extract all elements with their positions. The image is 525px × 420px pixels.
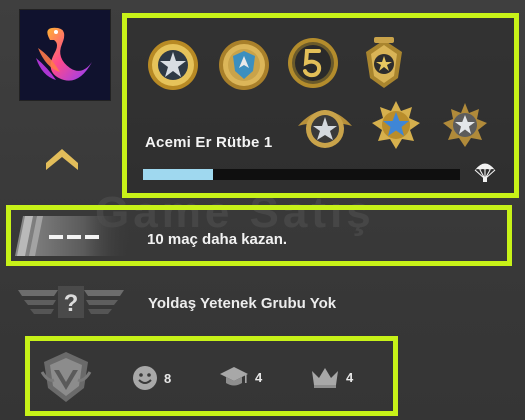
leader-count: 4	[346, 369, 354, 385]
xp-progress-bar	[143, 169, 460, 180]
service-badge-icon[interactable]	[40, 350, 92, 404]
friendly-count: 8	[164, 370, 172, 386]
rank-chevron-icon	[46, 149, 78, 170]
graduation-cap-icon	[220, 367, 248, 386]
svg-text:?: ?	[64, 290, 79, 317]
teacher-commendation[interactable]: 4	[219, 365, 262, 389]
blue-star-gold-medal[interactable]	[370, 99, 422, 151]
silver-star-badge-medal[interactable]	[441, 101, 489, 149]
gold-shield-coin-medal[interactable]	[217, 38, 271, 92]
five-year-veteran-coin[interactable]	[286, 36, 340, 90]
smiley-icon	[133, 366, 157, 390]
wingman-unknown-rank-icon: ?	[18, 286, 124, 318]
unranked-stripe-icon	[15, 216, 131, 256]
crown-icon	[312, 368, 338, 388]
parachute-icon[interactable]	[474, 160, 496, 184]
avatar[interactable]	[20, 10, 110, 100]
teacher-count: 4	[255, 369, 263, 385]
profile-panel: Game Satış Acemi Er Rütbe 1 10 maç daha …	[0, 0, 525, 420]
friendly-commendation[interactable]: 8	[132, 365, 171, 391]
wins-needed-text: 10 maç daha kazan.	[147, 231, 288, 248]
gold-crest-medal[interactable]	[360, 34, 408, 92]
skill-group-text: Yoldaş Yetenek Grubu Yok	[148, 295, 337, 312]
silver-star-coin-medal[interactable]	[146, 38, 200, 92]
leader-commendation[interactable]: 4	[310, 365, 353, 389]
swan-logo-icon	[36, 27, 92, 81]
winged-silver-star-medal[interactable]	[296, 100, 354, 154]
rank-name: Acemi Er Rütbe 1	[145, 134, 273, 151]
xp-progress-fill	[143, 169, 213, 180]
